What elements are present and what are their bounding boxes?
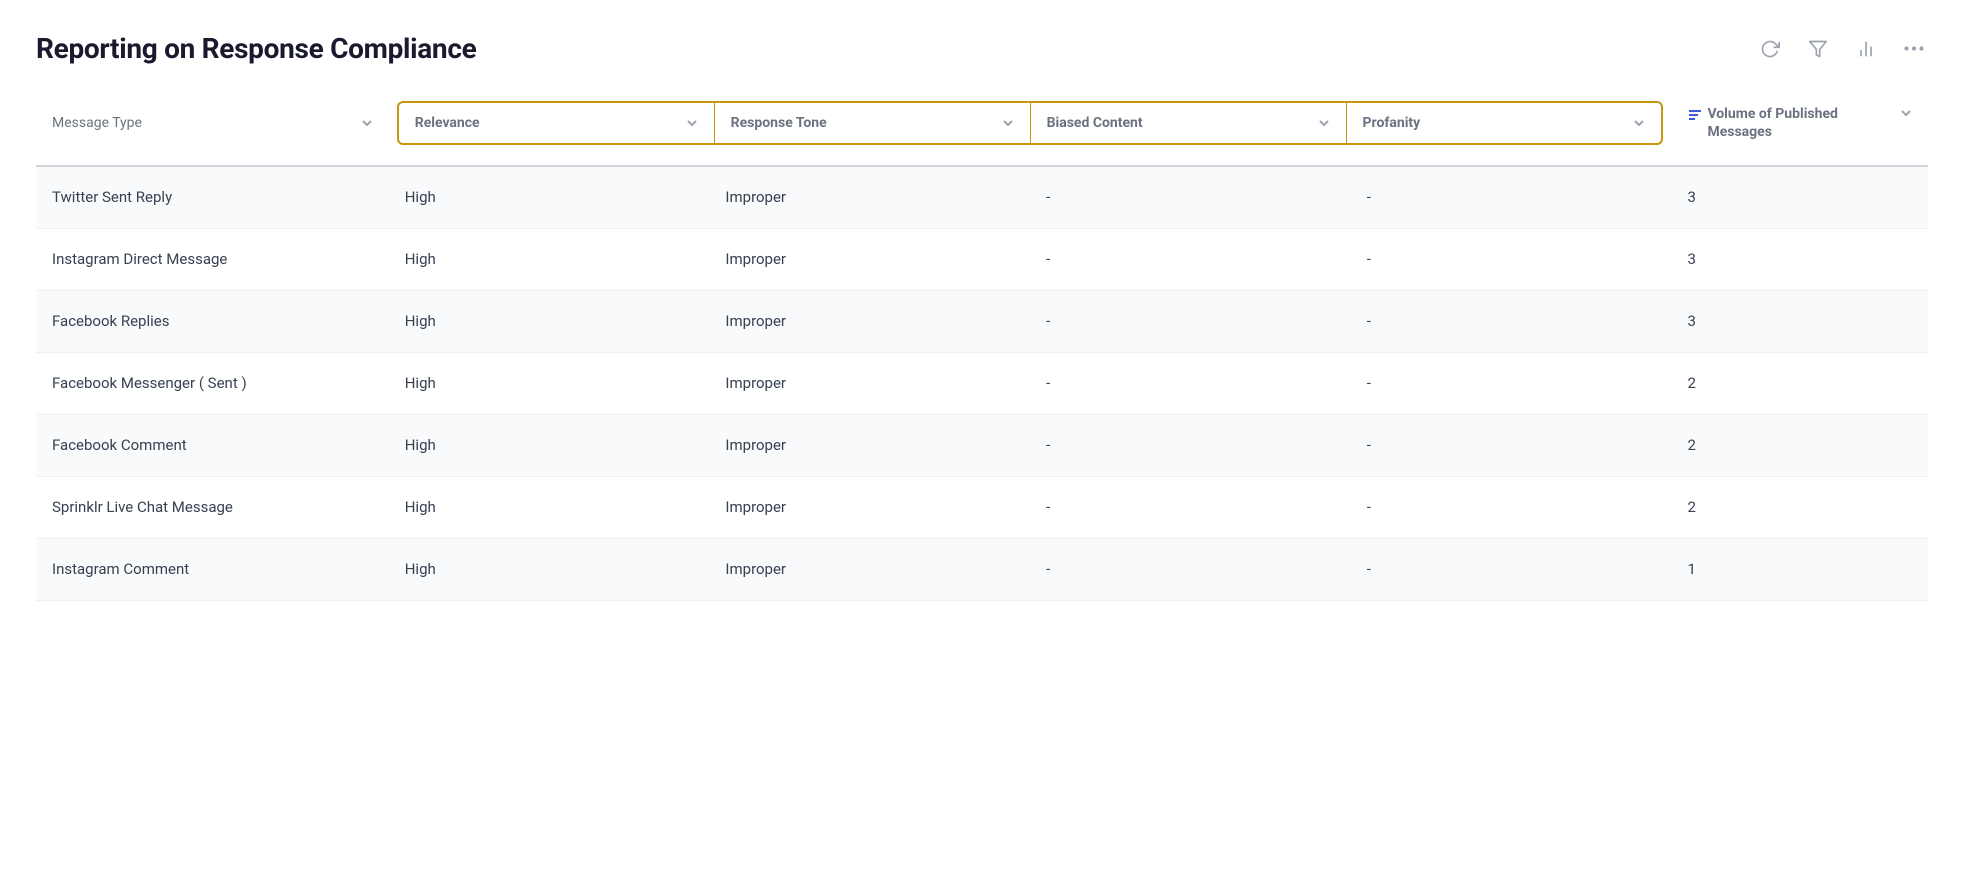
table-row: Twitter Sent ReplyHighImproper--3 (36, 166, 1928, 229)
cell-message-type: Twitter Sent Reply (36, 166, 389, 229)
chevron-down-icon (686, 117, 698, 129)
page-title: Reporting on Response Compliance (36, 32, 476, 65)
compliance-table: Message Type Relevance (36, 93, 1928, 601)
cell-profanity: - (1351, 415, 1672, 477)
cell-response-tone: Improper (709, 166, 1030, 229)
chevron-down-icon (1002, 117, 1014, 129)
cell-biased-content: - (1030, 353, 1351, 415)
cell-relevance: High (389, 353, 710, 415)
cell-biased-content: - (1030, 229, 1351, 291)
col-header-relevance[interactable]: Relevance (399, 103, 715, 143)
cell-biased-content: - (1030, 477, 1351, 539)
table-row: Facebook Messenger ( Sent )HighImproper-… (36, 353, 1928, 415)
table-body: Twitter Sent ReplyHighImproper--3Instagr… (36, 166, 1928, 601)
col-header-biased-content[interactable]: Biased Content (1031, 103, 1347, 143)
cell-relevance: High (389, 477, 710, 539)
cell-response-tone: Improper (709, 477, 1030, 539)
cell-relevance: High (389, 291, 710, 353)
cell-volume: 2 (1671, 353, 1928, 415)
cell-response-tone: Improper (709, 353, 1030, 415)
cell-message-type: Facebook Comment (36, 415, 389, 477)
filter-icon[interactable] (1804, 35, 1832, 63)
chevron-down-icon (1633, 117, 1645, 129)
cell-biased-content: - (1030, 291, 1351, 353)
cell-profanity: - (1351, 477, 1672, 539)
cell-volume: 1 (1671, 539, 1928, 601)
cell-profanity: - (1351, 166, 1672, 229)
chevron-down-icon (361, 117, 373, 129)
table-row: Sprinklr Live Chat MessageHighImproper--… (36, 477, 1928, 539)
col-header-volume[interactable]: Volume of Published Messages (1671, 93, 1928, 153)
cell-profanity: - (1351, 539, 1672, 601)
table-row: Facebook RepliesHighImproper--3 (36, 291, 1928, 353)
table-subheader-row (36, 153, 1928, 166)
cell-relevance: High (389, 166, 710, 229)
cell-profanity: - (1351, 353, 1672, 415)
cell-response-tone: Improper (709, 291, 1030, 353)
cell-response-tone: Improper (709, 229, 1030, 291)
highlighted-columns-group: Relevance Response Tone Bi (389, 93, 1672, 153)
table-header-row: Message Type Relevance (36, 93, 1928, 153)
cell-message-type: Instagram Comment (36, 539, 389, 601)
cell-message-type: Sprinklr Live Chat Message (36, 477, 389, 539)
cell-volume: 3 (1671, 166, 1928, 229)
filter-group-border: Relevance Response Tone Bi (397, 101, 1664, 145)
cell-volume: 2 (1671, 415, 1928, 477)
cell-biased-content: - (1030, 415, 1351, 477)
table-row: Instagram CommentHighImproper--1 (36, 539, 1928, 601)
refresh-icon[interactable] (1756, 35, 1784, 63)
cell-volume: 2 (1671, 477, 1928, 539)
more-options-icon[interactable] (1900, 35, 1928, 63)
cell-biased-content: - (1030, 166, 1351, 229)
cell-message-type: Facebook Replies (36, 291, 389, 353)
cell-volume: 3 (1671, 229, 1928, 291)
cell-relevance: High (389, 229, 710, 291)
cell-volume: 3 (1671, 291, 1928, 353)
table-row: Facebook CommentHighImproper--2 (36, 415, 1928, 477)
chart-icon[interactable] (1852, 35, 1880, 63)
cell-response-tone: Improper (709, 539, 1030, 601)
col-header-profanity[interactable]: Profanity (1347, 103, 1662, 143)
chevron-down-icon (1900, 107, 1912, 119)
cell-biased-content: - (1030, 539, 1351, 601)
col-header-message-type[interactable]: Message Type (36, 93, 389, 153)
sort-active-icon (1687, 106, 1703, 126)
col-header-response-tone[interactable]: Response Tone (715, 103, 1031, 143)
cell-relevance: High (389, 539, 710, 601)
cell-profanity: - (1351, 291, 1672, 353)
cell-response-tone: Improper (709, 415, 1030, 477)
chevron-down-icon (1318, 117, 1330, 129)
page-header: Reporting on Response Compliance (36, 32, 1928, 65)
cell-relevance: High (389, 415, 710, 477)
table-row: Instagram Direct MessageHighImproper--3 (36, 229, 1928, 291)
cell-profanity: - (1351, 229, 1672, 291)
toolbar (1756, 35, 1928, 63)
cell-message-type: Facebook Messenger ( Sent ) (36, 353, 389, 415)
cell-message-type: Instagram Direct Message (36, 229, 389, 291)
